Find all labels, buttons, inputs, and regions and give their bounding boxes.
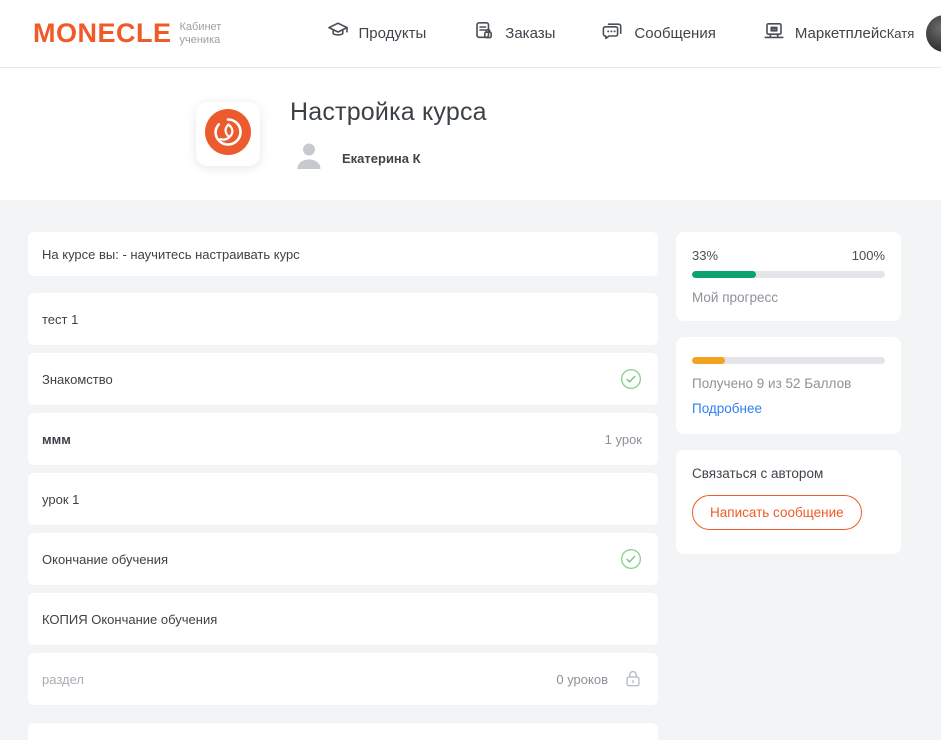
course-item-label: ммм xyxy=(42,432,71,447)
nav-item-orders[interactable]: Заказы xyxy=(472,19,555,48)
points-details-link[interactable]: Подробнее xyxy=(692,401,762,416)
nav-label: Продукты xyxy=(359,25,427,42)
main-nav: Продукты Заказы Сообщения Маркетплейс xyxy=(326,19,887,48)
user-menu[interactable]: Катя xyxy=(887,15,941,52)
completed-check-icon xyxy=(620,368,642,390)
progress-current-label: 33% xyxy=(692,248,718,263)
logo-text: MONECLE xyxy=(33,18,172,49)
course-logo xyxy=(196,102,260,166)
points-bar-track xyxy=(692,357,885,364)
user-avatar[interactable] xyxy=(926,15,941,52)
course-item[interactable]: Знакомство xyxy=(28,353,658,405)
orders-receipt-icon xyxy=(472,19,496,48)
author-row[interactable]: Екатерина К xyxy=(290,137,487,180)
nav-label: Маркетплейс xyxy=(795,25,887,42)
course-description-text: На курсе вы: - научитесь настраивать кур… xyxy=(42,247,300,262)
points-card: Получено 9 из 52 Баллов Подробнее xyxy=(676,337,901,434)
page-title: Настройка курса xyxy=(290,98,487,127)
completed-check-icon xyxy=(620,548,642,570)
course-item[interactable]: раздел 0 уроков xyxy=(28,653,658,705)
nav-item-marketplace[interactable]: Маркетплейс xyxy=(762,19,887,48)
course-item[interactable]: тест 1 xyxy=(28,293,658,345)
course-item-label: урок 1 xyxy=(42,492,79,507)
course-item-label: Окончание обучения xyxy=(42,552,168,567)
course-item-partial[interactable] xyxy=(28,723,658,740)
write-message-button[interactable]: Написать сообщение xyxy=(692,495,862,530)
progress-caption: Мой прогресс xyxy=(692,290,885,305)
top-navigation-bar: MONECLE Кабинет ученика Продукты Заказы … xyxy=(0,0,941,68)
nav-label: Заказы xyxy=(505,25,555,42)
course-item-list: тест 1 Знакомство xyxy=(28,293,658,705)
my-progress-fill xyxy=(692,271,756,278)
course-description-card: На курсе вы: - научитесь настраивать кур… xyxy=(28,232,658,276)
graduation-cap-icon xyxy=(326,19,350,48)
nav-item-messages[interactable]: Сообщения xyxy=(601,19,715,48)
nav-label: Сообщения xyxy=(634,25,715,42)
logo[interactable]: MONECLE Кабинет ученика xyxy=(33,18,236,49)
flame-swirl-icon xyxy=(204,108,252,161)
course-item-meta: 1 урок xyxy=(605,432,642,447)
course-header: Настройка курса Екатерина К xyxy=(0,68,941,200)
user-name: Катя xyxy=(887,26,915,41)
author-name: Екатерина К xyxy=(342,151,421,166)
sidebar: 33% 100% Мой прогресс Получено 9 из 52 Б… xyxy=(676,232,901,570)
course-item-label: тест 1 xyxy=(42,312,78,327)
contact-author-card: Связаться с автором Написать сообщение xyxy=(676,450,901,554)
course-item[interactable]: ммм 1 урок xyxy=(28,413,658,465)
progress-max-label: 100% xyxy=(852,248,885,263)
content-area: На курсе вы: - научитесь настраивать кур… xyxy=(0,200,941,740)
points-caption: Получено 9 из 52 Баллов xyxy=(692,376,885,391)
contact-author-title: Связаться с автором xyxy=(692,466,885,481)
logo-subtitle: Кабинет ученика xyxy=(180,21,236,47)
course-item-label: Знакомство xyxy=(42,372,113,387)
progress-bar-track xyxy=(692,271,885,278)
course-item-meta: 0 уроков xyxy=(556,672,608,687)
points-fill xyxy=(692,357,725,364)
author-avatar-placeholder-icon xyxy=(290,137,328,180)
marketplace-laptop-icon xyxy=(762,19,786,48)
chat-bubble-icon xyxy=(601,19,625,48)
course-item-label: раздел xyxy=(42,672,84,687)
course-item[interactable]: урок 1 xyxy=(28,473,658,525)
course-item-label: КОПИЯ Окончание обучения xyxy=(42,612,217,627)
course-item[interactable]: КОПИЯ Окончание обучения xyxy=(28,593,658,645)
nav-item-products[interactable]: Продукты xyxy=(326,19,427,48)
progress-card: 33% 100% Мой прогресс xyxy=(676,232,901,321)
course-content-column: На курсе вы: - научитесь настраивать кур… xyxy=(28,232,658,740)
lock-icon xyxy=(624,669,642,689)
course-item[interactable]: Окончание обучения xyxy=(28,533,658,585)
